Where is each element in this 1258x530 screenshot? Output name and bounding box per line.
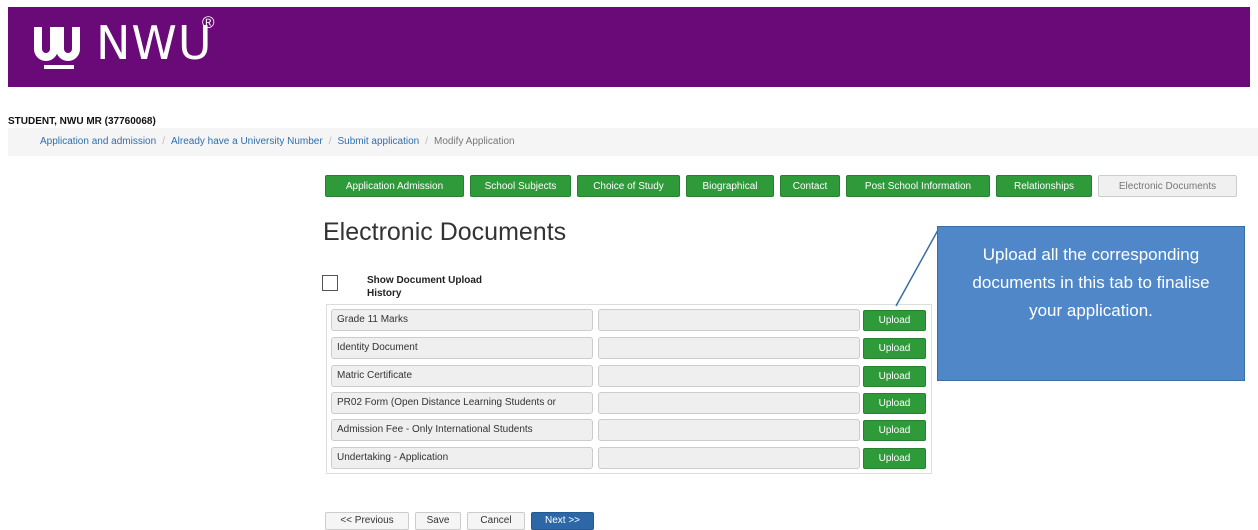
- tab-application-admission[interactable]: Application Admission: [325, 175, 464, 197]
- document-row: PR02 Form (Open Distance Learning Studen…: [331, 392, 927, 416]
- document-name: Undertaking - Application: [331, 447, 593, 469]
- tab-electronic-documents[interactable]: Electronic Documents: [1098, 175, 1237, 197]
- breadcrumb-link-application-admission[interactable]: Application and admission: [40, 136, 156, 147]
- upload-button[interactable]: Upload: [863, 338, 926, 359]
- document-name: Identity Document: [331, 337, 593, 359]
- tab-biographical[interactable]: Biographical: [686, 175, 774, 197]
- document-file-field[interactable]: [598, 392, 860, 414]
- logo-text: NWU: [96, 16, 213, 70]
- document-name: Matric Certificate: [331, 365, 593, 387]
- document-file-field[interactable]: [598, 447, 860, 469]
- callout-box: Upload all the corresponding documents i…: [937, 226, 1245, 381]
- document-file-field[interactable]: [598, 419, 860, 441]
- document-name: Grade 11 Marks: [331, 309, 593, 331]
- documents-table: Grade 11 Marks Upload Identity Document …: [326, 304, 932, 474]
- next-button[interactable]: Next >>: [531, 512, 594, 530]
- upload-button[interactable]: Upload: [863, 420, 926, 441]
- student-name: STUDENT, NWU MR (37760068): [8, 116, 156, 127]
- tab-post-school-information[interactable]: Post School Information: [846, 175, 990, 197]
- cancel-button[interactable]: Cancel: [467, 512, 525, 530]
- document-row: Grade 11 Marks Upload: [331, 309, 927, 333]
- tab-contact[interactable]: Contact: [780, 175, 840, 197]
- tab-relationships[interactable]: Relationships: [996, 175, 1092, 197]
- document-row: Admission Fee - Only International Stude…: [331, 419, 927, 443]
- breadcrumb-separator: /: [162, 136, 165, 147]
- breadcrumb-link-university-number[interactable]: Already have a University Number: [171, 136, 323, 147]
- registered-mark: ®: [202, 13, 215, 32]
- breadcrumb-separator: /: [425, 136, 428, 147]
- previous-button[interactable]: << Previous: [325, 512, 409, 530]
- document-file-field[interactable]: [598, 309, 860, 331]
- upload-button[interactable]: Upload: [863, 366, 926, 387]
- breadcrumb: Application and admission / Already have a…: [8, 128, 1258, 156]
- document-file-field[interactable]: [598, 365, 860, 387]
- document-row: Identity Document Upload: [331, 337, 927, 361]
- upload-button[interactable]: Upload: [863, 310, 926, 331]
- document-row: Undertaking - Application Upload: [331, 447, 927, 471]
- tab-school-subjects[interactable]: School Subjects: [470, 175, 571, 197]
- upload-button[interactable]: Upload: [863, 393, 926, 414]
- show-history-checkbox[interactable]: [322, 275, 338, 291]
- header-banner: NWU ®: [8, 7, 1250, 87]
- document-file-field[interactable]: [598, 337, 860, 359]
- upload-button[interactable]: Upload: [863, 448, 926, 469]
- document-row: Matric Certificate Upload: [331, 365, 927, 389]
- document-name: Admission Fee - Only International Stude…: [331, 419, 593, 441]
- breadcrumb-separator: /: [328, 136, 332, 147]
- breadcrumb-link-submit-application[interactable]: Submit application: [337, 136, 419, 147]
- save-button[interactable]: Save: [415, 512, 461, 530]
- show-history-label: Show Document Upload History: [367, 275, 482, 299]
- nwu-emblem-icon: [34, 27, 80, 69]
- page-title: Electronic Documents: [323, 218, 567, 246]
- document-name: PR02 Form (Open Distance Learning Studen…: [331, 392, 593, 414]
- tab-choice-of-study[interactable]: Choice of Study: [577, 175, 680, 197]
- breadcrumb-current: Modify Application: [433, 136, 515, 147]
